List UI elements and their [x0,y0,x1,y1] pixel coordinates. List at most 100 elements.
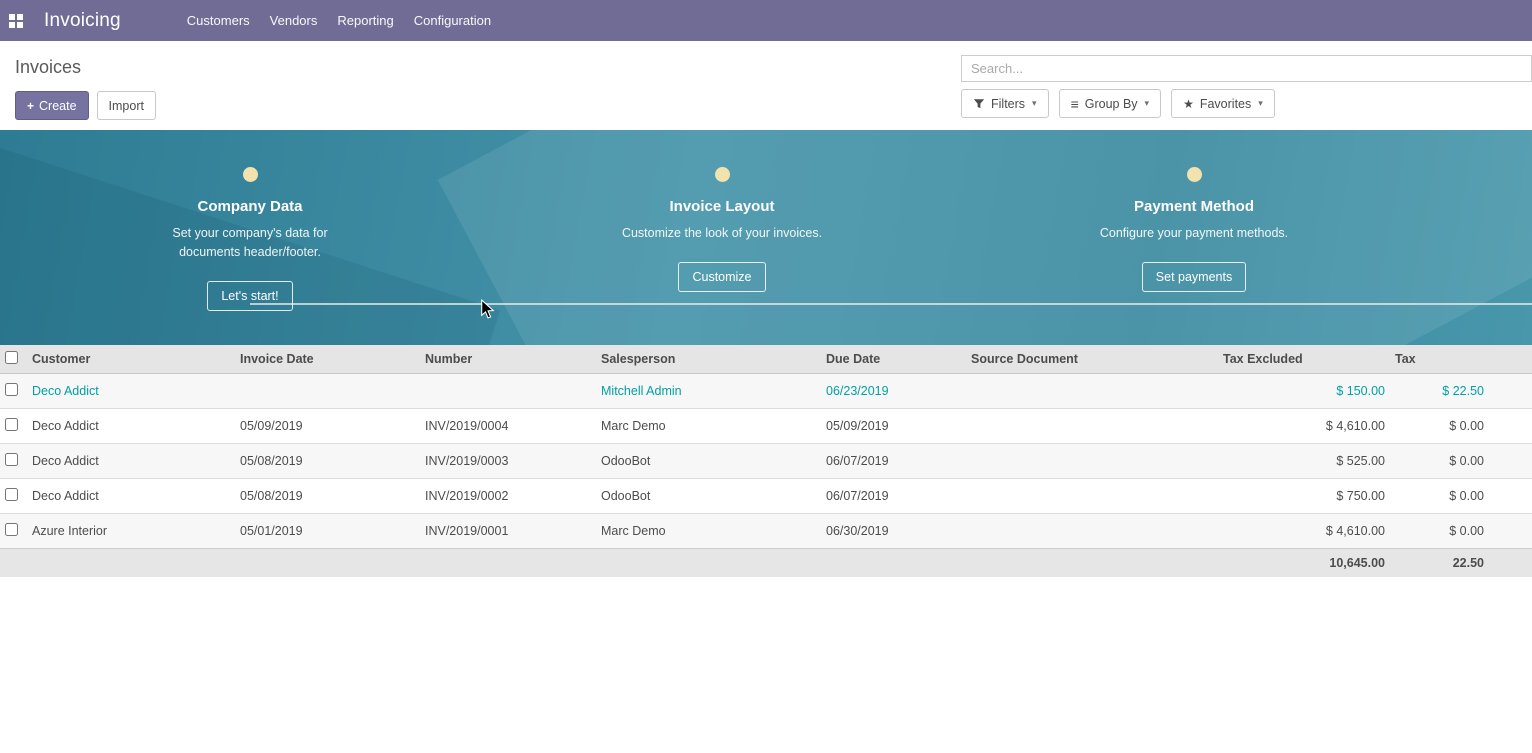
row-checkbox[interactable] [5,523,18,536]
step-dot [1187,167,1202,182]
cell-invoice-date[interactable]: 05/08/2019 [235,444,420,479]
cell-invoice-date[interactable]: 05/09/2019 [235,409,420,444]
cell-tax[interactable]: $ 0.00 [1390,514,1532,549]
table-footer-row: 10,645.00 22.50 [0,549,1532,578]
search-input[interactable] [962,56,1531,81]
chevron-down-icon: ▾ [1145,98,1150,109]
cell-tax-excluded[interactable]: $ 4,610.00 [1218,514,1390,549]
row-checkbox[interactable] [5,383,18,396]
filters-button-label: Filters [991,97,1025,111]
cell-invoice-date[interactable]: 05/01/2019 [235,514,420,549]
select-all-checkbox[interactable] [5,351,18,364]
import-button-label: Import [109,99,144,113]
nav-item-vendors[interactable]: Vendors [260,0,328,41]
cell-tax-excluded[interactable]: $ 525.00 [1218,444,1390,479]
cell-source-document[interactable] [966,514,1218,549]
total-tax-excluded: 10,645.00 [1218,549,1390,578]
favorites-button-label: Favorites [1200,97,1251,111]
cell-number[interactable]: INV/2019/0001 [420,514,596,549]
create-button[interactable]: + Create [15,91,89,120]
column-header-customer[interactable]: Customer [27,345,235,374]
cell-tax[interactable]: $ 0.00 [1390,409,1532,444]
cell-salesperson[interactable]: OdooBot [596,479,821,514]
cell-tax[interactable]: $ 0.00 [1390,444,1532,479]
cell-due-date[interactable]: 06/07/2019 [821,479,966,514]
apps-menu-icon[interactable] [9,14,23,28]
nav-item-reporting[interactable]: Reporting [327,0,403,41]
cell-salesperson[interactable]: Marc Demo [596,409,821,444]
table-row[interactable]: Deco Addict 05/09/2019 INV/2019/0004 Mar… [0,409,1532,444]
step-title: Company Data [197,198,302,215]
column-header-due-date[interactable]: Due Date [821,345,966,374]
nav-menu: Customers Vendors Reporting Configuratio… [177,0,501,41]
cell-number[interactable]: INV/2019/0003 [420,444,596,479]
row-checkbox[interactable] [5,488,18,501]
nav-item-customers[interactable]: Customers [177,0,260,41]
cell-tax-excluded[interactable]: $ 150.00 [1218,374,1390,409]
group-by-button-label: Group By [1085,97,1138,111]
search-options: Filters ▾ ≡ Group By ▾ ★ Favorites ▾ [961,89,1285,118]
group-by-icon: ≡ [1071,96,1079,112]
cell-source-document[interactable] [966,479,1218,514]
column-header-tax-excluded[interactable]: Tax Excluded [1218,345,1390,374]
lets-start-button[interactable]: Let's start! [207,281,292,311]
table-header-row: Customer Invoice Date Number Salesperson… [0,345,1532,374]
cell-due-date[interactable]: 06/07/2019 [821,444,966,479]
cell-tax[interactable]: $ 0.00 [1390,479,1532,514]
cell-salesperson[interactable]: OdooBot [596,444,821,479]
onboarding-step-company-data: Company Data Set your company's data for… [14,130,486,311]
cell-due-date[interactable]: 06/30/2019 [821,514,966,549]
cell-source-document[interactable] [966,374,1218,409]
step-dot [243,167,258,182]
table-row[interactable]: Azure Interior 05/01/2019 INV/2019/0001 … [0,514,1532,549]
cell-customer[interactable]: Deco Addict [27,374,235,409]
create-button-label: Create [39,99,77,113]
cell-due-date[interactable]: 06/23/2019 [821,374,966,409]
favorites-button[interactable]: ★ Favorites ▾ [1171,89,1275,118]
cell-due-date[interactable]: 05/09/2019 [821,409,966,444]
step-title: Payment Method [1134,198,1254,215]
cell-tax[interactable]: $ 22.50 [1390,374,1532,409]
nav-item-configuration[interactable]: Configuration [404,0,501,41]
cell-number[interactable]: INV/2019/0002 [420,479,596,514]
column-header-tax[interactable]: Tax [1390,345,1532,374]
group-by-button[interactable]: ≡ Group By ▾ [1059,89,1162,118]
cell-tax-excluded[interactable]: $ 750.00 [1218,479,1390,514]
table-row[interactable]: Deco Addict Mitchell Admin 06/23/2019 $ … [0,374,1532,409]
cell-customer[interactable]: Deco Addict [27,444,235,479]
cell-salesperson[interactable]: Marc Demo [596,514,821,549]
cell-tax-excluded[interactable]: $ 4,610.00 [1218,409,1390,444]
cell-customer[interactable]: Deco Addict [27,409,235,444]
table-row[interactable]: Deco Addict 05/08/2019 INV/2019/0002 Odo… [0,479,1532,514]
cell-number[interactable]: INV/2019/0004 [420,409,596,444]
cell-source-document[interactable] [966,444,1218,479]
top-navbar: Invoicing Customers Vendors Reporting Co… [0,0,1532,41]
column-header-source-document[interactable]: Source Document [966,345,1218,374]
column-header-invoice-date[interactable]: Invoice Date [235,345,420,374]
customize-button[interactable]: Customize [678,262,765,292]
onboarding-step-payment-method: Payment Method Configure your payment me… [958,130,1430,311]
table-row[interactable]: Deco Addict 05/08/2019 INV/2019/0003 Odo… [0,444,1532,479]
cell-number[interactable] [420,374,596,409]
column-header-salesperson[interactable]: Salesperson [596,345,821,374]
step-title: Invoice Layout [669,198,774,215]
step-dot [715,167,730,182]
import-button[interactable]: Import [97,91,156,120]
total-tax: 22.50 [1390,549,1532,578]
cell-invoice-date[interactable]: 05/08/2019 [235,479,420,514]
column-header-number[interactable]: Number [420,345,596,374]
row-checkbox[interactable] [5,418,18,431]
cell-source-document[interactable] [966,409,1218,444]
filters-button[interactable]: Filters ▾ [961,89,1049,118]
cell-customer[interactable]: Deco Addict [27,479,235,514]
chevron-down-icon: ▾ [1032,98,1037,109]
cell-customer[interactable]: Azure Interior [27,514,235,549]
search-box [961,55,1532,82]
cell-invoice-date[interactable] [235,374,420,409]
invoice-list: Customer Invoice Date Number Salesperson… [0,345,1532,577]
set-payments-button[interactable]: Set payments [1142,262,1246,292]
cell-salesperson[interactable]: Mitchell Admin [596,374,821,409]
row-checkbox[interactable] [5,453,18,466]
plus-icon: + [27,99,34,113]
app-title[interactable]: Invoicing [44,10,121,32]
